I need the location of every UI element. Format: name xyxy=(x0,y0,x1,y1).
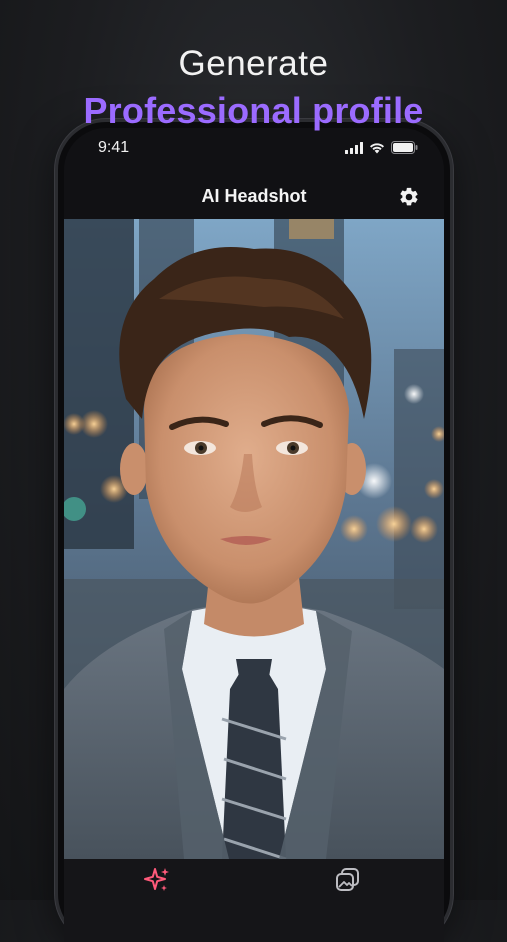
status-time: 9:41 xyxy=(98,139,130,156)
promo-subheadline: Professional profile xyxy=(83,90,424,131)
headshot-photo xyxy=(64,219,444,859)
headshot-illustration xyxy=(64,219,444,859)
status-icons xyxy=(345,141,418,154)
promo-headline: Generate xyxy=(178,44,329,83)
wifi-icon xyxy=(370,142,384,153)
battery-icon xyxy=(391,141,418,154)
gallery-stack-icon[interactable] xyxy=(333,865,363,895)
phone-frame: 9:41 AI Headshot xyxy=(58,122,450,942)
gear-icon[interactable] xyxy=(398,186,420,208)
sparkles-icon[interactable] xyxy=(142,865,172,895)
app-screen: 9:41 AI Headshot xyxy=(64,128,444,942)
nav-bar: AI Headshot xyxy=(64,172,444,224)
app-title: AI Headshot xyxy=(201,186,307,206)
cellular-signal-icon xyxy=(345,141,363,154)
status-bar: 9:41 xyxy=(64,128,444,172)
tab-bar xyxy=(64,859,444,942)
